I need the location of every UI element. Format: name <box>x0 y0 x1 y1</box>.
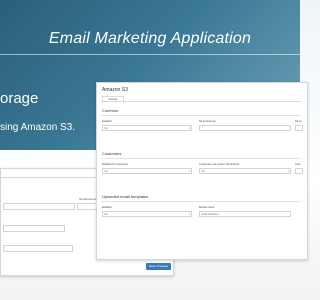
chevron-down-icon: ▾ <box>188 127 190 130</box>
enabled-select[interactable]: Yes ▾ <box>102 125 192 131</box>
templates-enabled-select[interactable]: Yes ▾ <box>102 211 192 217</box>
section-common-heading: Common <box>102 108 119 113</box>
amazon-s3-settings-window: Amazon S3 Settings Common Enabled Yes ▾ … <box>96 82 308 260</box>
app-title: Email Marketing Application <box>48 30 252 47</box>
chevron-down-icon: ▾ <box>188 213 190 216</box>
customers-extra-input[interactable] <box>295 168 303 174</box>
customers-use-system-account-label: Customers use system S3 account <box>199 163 240 166</box>
s3-access-key-input[interactable] <box>199 125 291 131</box>
enabled-value: Yes <box>104 127 108 130</box>
enabled-for-customers-value: Yes <box>104 170 108 173</box>
tab-divider <box>101 101 301 102</box>
s3-secret-input[interactable] <box>295 125 303 131</box>
headline-text: orage <box>0 90 39 107</box>
section-divider <box>101 158 301 159</box>
templates-enabled-label: Enabled <box>102 206 112 209</box>
chevron-down-icon: ▾ <box>287 170 289 173</box>
enabled-for-customers-label: Enabled for customers <box>102 163 128 166</box>
customers-use-system-account-value: Yes <box>201 170 205 173</box>
s3-access-key-label: S3 access key <box>199 120 216 123</box>
text-input[interactable] <box>3 203 75 210</box>
window-title: Amazon S3 <box>102 87 128 93</box>
bucket-name-input[interactable]: yourbucketname <box>199 211 291 217</box>
templates-enabled-value: Yes <box>104 213 108 216</box>
customers-use-system-account-select[interactable]: Yes ▾ <box>199 168 291 174</box>
enabled-for-customers-select[interactable]: Yes ▾ <box>102 168 192 174</box>
title-divider <box>0 54 300 55</box>
enabled-label: Enabled <box>102 120 112 123</box>
s3-secret-label: S3 se <box>295 120 302 123</box>
customers-extra-label: Cust <box>295 163 301 166</box>
bucket-name-label: Bucket name <box>199 206 215 209</box>
bucket-name-value: yourbucketname <box>201 213 219 216</box>
subtext: sing Amazon S3. <box>0 122 76 133</box>
chevron-down-icon: ▾ <box>188 170 190 173</box>
save-changes-button[interactable]: Save changes <box>146 263 171 270</box>
section-customers-heading: Customers <box>102 151 122 156</box>
text-input[interactable] <box>3 225 65 232</box>
section-uploaded-templates-heading: Uploaded email templates <box>102 194 149 199</box>
text-input[interactable] <box>3 245 73 252</box>
section-divider <box>101 115 301 116</box>
section-divider <box>101 201 301 202</box>
